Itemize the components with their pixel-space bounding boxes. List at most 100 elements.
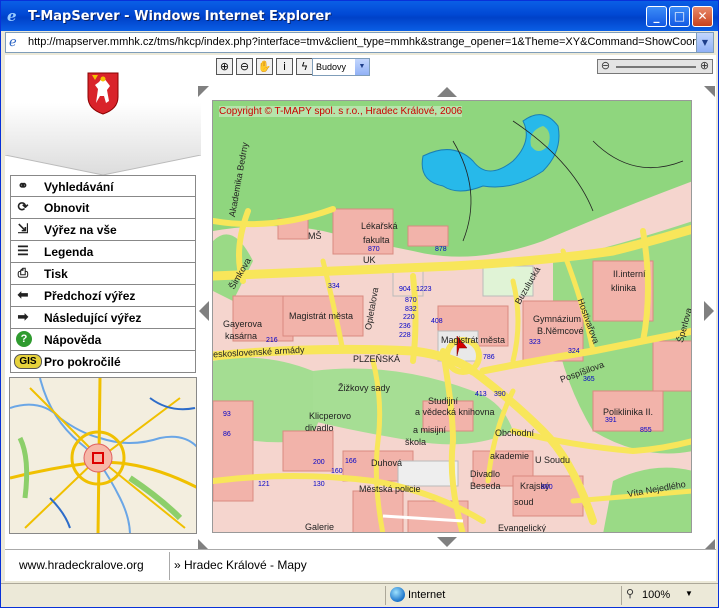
sidebar-item-search[interactable]: ⚭ Vyhledávání xyxy=(10,175,196,197)
sidebar-item-label: Pro pokročilé xyxy=(44,355,121,369)
footer-divider xyxy=(169,552,170,580)
pan-hand-icon[interactable]: ✋ xyxy=(256,58,273,75)
house-number: 121 xyxy=(258,481,270,488)
page-content: ⚭ Vyhledávání ⟳ Obnovit ⇲ Výřez na vše ☰… xyxy=(5,55,716,581)
house-number: 870 xyxy=(368,246,380,253)
map-label: Klicperovo xyxy=(309,411,352,421)
pan-up-left-arrow xyxy=(198,86,209,97)
house-number: 334 xyxy=(328,283,340,290)
map-label: U Soudu xyxy=(535,455,571,465)
security-zone: Internet xyxy=(408,589,446,601)
arrow-left-icon: ⬅ xyxy=(17,287,29,302)
map-label: Gayerova xyxy=(223,319,263,329)
ie-icon: e xyxy=(7,7,17,25)
address-url[interactable]: http://mapserver.mmhk.cz/tms/hkcp/index.… xyxy=(28,36,698,48)
sidebar-item-previous-view[interactable]: ⬅ Předchozí výřez xyxy=(10,285,196,307)
map-label: Gymnázium xyxy=(533,314,582,324)
house-number: 860 xyxy=(541,484,553,491)
breadcrumb: » Hradec Králové - Mapy xyxy=(174,558,307,572)
house-number: 904 xyxy=(399,286,411,293)
map-label: soud xyxy=(514,497,534,507)
map-label: klinika xyxy=(611,283,637,293)
info-icon[interactable]: i xyxy=(276,58,293,75)
left-panel: ⚭ Vyhledávání ⟳ Obnovit ⇲ Výřez na vše ☰… xyxy=(5,55,201,549)
house-number: 365 xyxy=(583,376,595,383)
pan-up-arrow xyxy=(437,87,457,97)
minimize-button[interactable]: _ xyxy=(646,6,667,27)
map-label: Magistrát města xyxy=(441,335,506,345)
map-label: UK xyxy=(363,255,376,265)
layer-select-value: Budovy xyxy=(316,62,347,72)
zoom-level[interactable]: 100% xyxy=(642,589,670,601)
map-label: Žižkovy sady xyxy=(338,383,391,393)
map-label: fakulta xyxy=(363,235,390,245)
house-number: 86 xyxy=(223,431,231,438)
arrow-right-icon: ➡ xyxy=(17,309,29,324)
close-button[interactable]: ✕ xyxy=(692,6,713,27)
house-number: 855 xyxy=(640,427,652,434)
status-bar: Internet ⚲ 100% ▼ xyxy=(1,583,718,607)
zoom-icon[interactable]: ⚲ xyxy=(626,587,634,600)
pan-down-arrow xyxy=(437,537,457,547)
globe-icon xyxy=(390,587,405,602)
sidebar-item-print[interactable]: ⎙ Tisk xyxy=(10,263,196,285)
map-label: B.Němcové xyxy=(537,326,584,336)
map-label: II.interní xyxy=(613,269,646,279)
sidebar-item-label: Výřez na vše xyxy=(44,223,117,237)
city-crest-icon xyxy=(87,72,119,115)
map-label: Studijní xyxy=(428,396,459,406)
house-number: 1223 xyxy=(416,286,432,293)
sidebar-item-next-view[interactable]: ➡ Následující výřez xyxy=(10,307,196,329)
zoom-all-icon: ⇲ xyxy=(17,221,29,236)
house-number: 93 xyxy=(223,411,231,418)
sidebar-item-refresh[interactable]: ⟳ Obnovit xyxy=(10,197,196,219)
zoom-in-icon[interactable]: ⊕ xyxy=(216,58,233,75)
map-label: Beseda xyxy=(470,481,501,491)
sidebar-item-legend[interactable]: ☰ Legenda xyxy=(10,241,196,263)
address-dropdown-button[interactable]: ▼ xyxy=(696,33,713,52)
zoom-slider-plus-icon[interactable]: ⊕ xyxy=(698,60,711,73)
map-label: Poliklinika II. xyxy=(603,407,654,417)
pan-left-arrow xyxy=(199,301,209,321)
house-number: 160 xyxy=(331,468,343,475)
house-number: 130 xyxy=(313,481,325,488)
binoculars-icon: ⚭ xyxy=(17,178,29,193)
site-link[interactable]: www.hradeckralove.org xyxy=(19,558,144,572)
overview-map[interactable] xyxy=(9,377,197,534)
header-logo-area xyxy=(5,55,201,181)
sidebar-item-label: Obnovit xyxy=(44,201,90,215)
zoom-slider[interactable]: ⊖ ⊕ xyxy=(597,59,713,74)
map-label: PLZEŇSKÁ xyxy=(353,354,401,364)
sidebar-menu: ⚭ Vyhledávání ⟳ Obnovit ⇲ Výřez na vše ☰… xyxy=(10,175,196,373)
sidebar-item-help[interactable]: ? Nápověda xyxy=(10,329,196,351)
zoom-slider-track[interactable] xyxy=(616,66,696,68)
lightning-icon[interactable]: ϟ xyxy=(296,58,313,75)
house-number: 166 xyxy=(345,458,357,465)
maximize-button[interactable]: □ xyxy=(669,6,690,27)
map-label: akademie xyxy=(490,451,530,461)
house-number: 324 xyxy=(568,348,580,355)
house-number: 391 xyxy=(605,417,617,424)
house-number: 228 xyxy=(399,332,411,339)
zoom-out-icon[interactable]: ⊖ xyxy=(236,58,253,75)
house-number: 786 xyxy=(483,354,495,361)
map-label: Duhová xyxy=(371,458,403,468)
zoom-slider-minus-icon[interactable]: ⊖ xyxy=(599,60,612,73)
sidebar-item-zoom-all[interactable]: ⇲ Výřez na vše xyxy=(10,219,196,241)
map-label: Magistrát města xyxy=(289,311,354,321)
house-number: 408 xyxy=(431,318,443,325)
title-bar[interactable]: e T-MapServer - Windows Internet Explore… xyxy=(1,1,718,31)
map-copyright: Copyright © T-MAPY spol. s r.o., Hradec … xyxy=(219,106,463,117)
house-number: 220 xyxy=(403,314,415,321)
sidebar-item-advanced[interactable]: GIS Pro pokročilé xyxy=(10,351,196,373)
layer-select[interactable]: Budovy ▼ xyxy=(312,58,370,76)
map-view[interactable]: Copyright © T-MAPY spol. s r.o., Hradec … xyxy=(212,100,692,533)
pan-right-arrow xyxy=(704,301,714,321)
page-footer: www.hradeckralove.org » Hradec Králové -… xyxy=(5,549,716,581)
map-label: divadlo xyxy=(305,423,334,433)
address-bar[interactable]: ℯ http://mapserver.mmhk.cz/tms/hkcp/inde… xyxy=(5,32,714,53)
chevron-down-icon[interactable]: ▼ xyxy=(685,589,693,598)
map-label: a vědecká knihovna xyxy=(415,407,495,417)
map-label: Obchodní xyxy=(495,428,535,438)
house-number: 390 xyxy=(494,391,506,398)
